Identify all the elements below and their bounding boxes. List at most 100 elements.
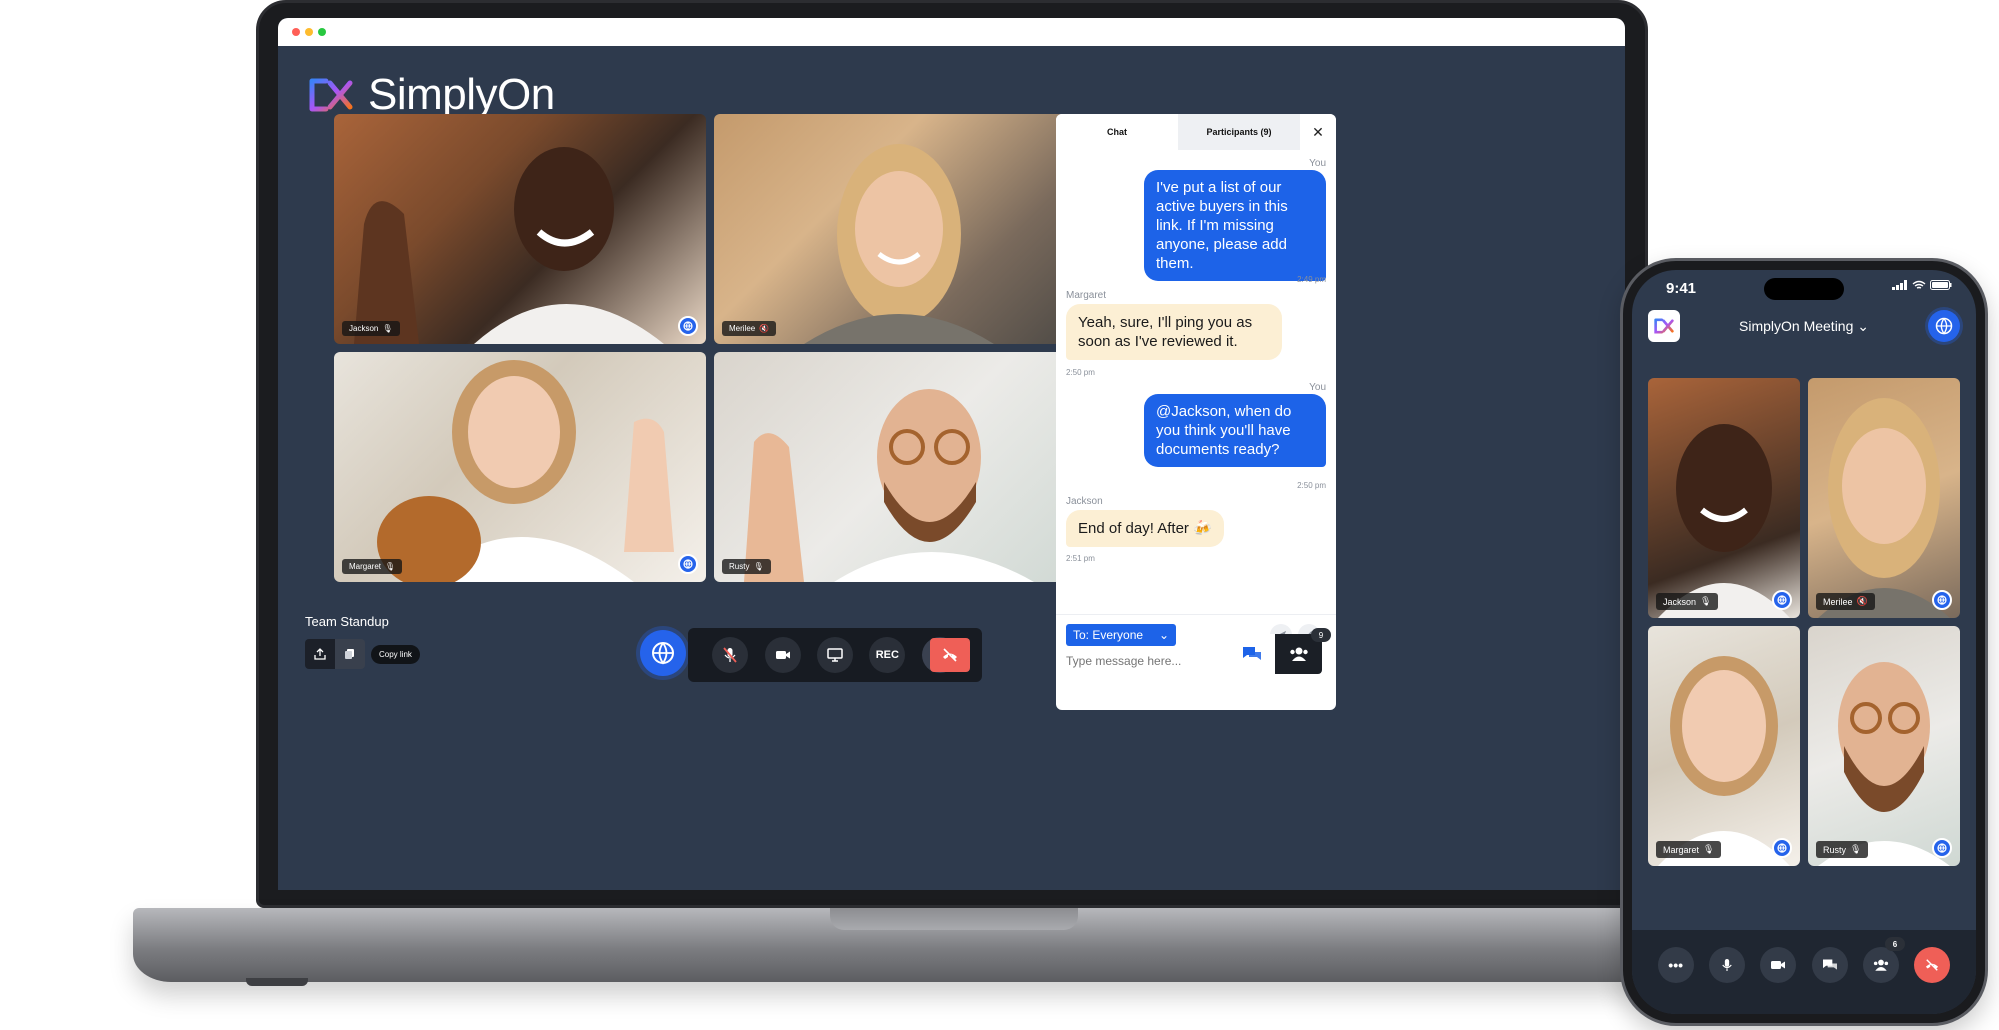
video-tile-margaret[interactable]: Margaret 🎙 [334,352,706,582]
participant-video [354,147,664,344]
screen-share-icon[interactable] [816,637,853,673]
panel-toggles [1228,634,1322,674]
maximize-window-dot[interactable] [318,28,326,36]
status-icons [1892,280,1952,290]
globe-icon[interactable] [640,630,686,676]
participant-video [744,389,1034,582]
dynamic-island [1764,278,1844,300]
minimize-window-dot[interactable] [305,28,313,36]
copy-icon[interactable] [335,639,365,669]
message-time: 2:50 pm [1066,368,1095,377]
chat-message-incoming: Yeah, sure, I'll ping you as soon as I'v… [1066,304,1282,360]
participant-video [377,360,674,582]
participant-name-tag: Rusty 🎙 [1816,841,1869,858]
signal-icon [1892,280,1907,290]
globe-icon[interactable] [1928,310,1960,342]
participant-video [1818,662,1950,866]
leave-call-button[interactable] [1914,947,1951,983]
participant-video [804,144,994,344]
globe-icon[interactable] [1932,590,1952,610]
close-icon[interactable]: ✕ [1300,114,1336,150]
brand-name: SimplyOn [368,70,555,119]
mic-icon: 🎙 [1850,844,1862,854]
participant-video [1658,656,1790,866]
meeting-name: Team Standup [305,614,389,629]
chat-message-incoming: End of day! After 🍻 [1066,510,1224,547]
video-tile-rusty[interactable]: Rusty 🎙 [714,352,1086,582]
video-tile-merilee[interactable]: Merilee 🔇 [1808,378,1960,618]
phone-screen: 9:41 SimplyOn Meeting ⌄ Jackson 🎙 Merilee… [1632,270,1976,1014]
phone-header: SimplyOn Meeting ⌄ [1632,306,1976,350]
participant-name: Jackson [349,324,379,333]
participant-name: Rusty [729,562,750,571]
phone-call-controls: ••• 6 [1632,930,1976,1014]
participant-name-tag: Merilee 🔇 [1816,593,1875,610]
participants-icon[interactable]: 6 [1862,937,1905,983]
chat-panel: Chat Participants (9) ✕ You I've put a l… [1056,114,1336,710]
video-camera-icon[interactable] [764,637,801,673]
video-tile-jackson[interactable]: Jackson 🎙 [334,114,706,344]
video-tile-margaret[interactable]: Margaret 🎙 [1648,626,1800,866]
video-camera-icon[interactable] [1760,947,1797,983]
mic-icon: 🎙 [382,324,393,333]
chat-message-outgoing: I've put a list of our active buyers in … [1144,170,1326,281]
message-sender: Jackson [1066,496,1103,507]
share-controls: Copy link [305,639,420,669]
copy-link-tooltip: Copy link [371,644,420,664]
chat-icon[interactable] [1228,634,1275,674]
close-window-dot[interactable] [292,28,300,36]
participant-count-badge: 6 [1884,937,1905,951]
brand-logo: SimplyOn [306,70,555,120]
meeting-title-dropdown[interactable]: SimplyOn Meeting ⌄ [1632,318,1976,335]
globe-icon[interactable] [678,554,698,574]
laptop-notch [830,908,1078,930]
mic-icon: 🎙 [1700,596,1712,606]
mic-icon: 🎙 [385,562,396,571]
browser-bar [278,18,1625,46]
participant-name-tag: Jackson 🎙 [1656,593,1719,610]
tab-participants[interactable]: Participants (9) [1178,114,1300,150]
globe-icon[interactable] [1772,838,1792,858]
participant-name: Jackson [1663,596,1697,607]
status-time: 9:41 [1666,280,1697,297]
participant-video [1658,424,1790,618]
video-tile-merilee[interactable]: Merilee 🔇 [714,114,1086,344]
participant-name: Merilee [1823,596,1853,607]
participant-name: Margaret [349,562,382,571]
participant-name-tag: Margaret 🎙 [1656,841,1722,858]
video-tile-rusty[interactable]: Rusty 🎙 [1808,626,1960,866]
laptop-foot-left [246,978,308,986]
laptop-screen: SimplyOn Jackson 🎙 Merilee 🔇 Margaret 🎙 … [278,18,1625,890]
battery-icon [1930,280,1952,290]
globe-icon[interactable] [1772,590,1792,610]
tab-chat[interactable]: Chat [1056,114,1178,150]
participant-count-badge: 9 [1311,628,1331,642]
mic-icon[interactable] [1708,947,1745,983]
recipient-select[interactable]: To: Everyone ⌄ [1066,624,1176,646]
recipient-label: To: Everyone [1073,628,1144,642]
leave-call-button[interactable] [930,638,970,672]
share-icon[interactable] [305,639,335,669]
message-time: 2:51 pm [1066,554,1095,563]
message-sender: You [1309,382,1326,393]
mic-muted-icon: 🔇 [759,324,770,333]
globe-icon[interactable] [678,316,698,336]
divider [1056,614,1336,615]
mic-muted-icon[interactable] [712,637,749,673]
chat-icon[interactable] [1811,947,1848,983]
more-options-button[interactable]: ••• [1657,947,1694,983]
message-time: 2:50 pm [1297,481,1326,490]
message-time: 2:49 pm [1297,275,1326,284]
chat-tabs: Chat Participants (9) ✕ [1056,114,1336,150]
participant-name: Margaret [1663,844,1700,855]
mic-icon: 🎙 [753,562,764,571]
record-button[interactable]: REC [869,637,906,673]
participant-name: Rusty [1823,844,1847,855]
participant-video [1818,398,1950,618]
chevron-down-icon: ⌄ [1158,628,1169,642]
participant-name-tag: Merilee 🔇 [722,321,777,336]
globe-icon[interactable] [1932,838,1952,858]
participant-name-tag: Rusty 🎙 [722,559,771,574]
participant-name-tag: Margaret 🎙 [342,559,403,574]
video-tile-jackson[interactable]: Jackson 🎙 [1648,378,1800,618]
